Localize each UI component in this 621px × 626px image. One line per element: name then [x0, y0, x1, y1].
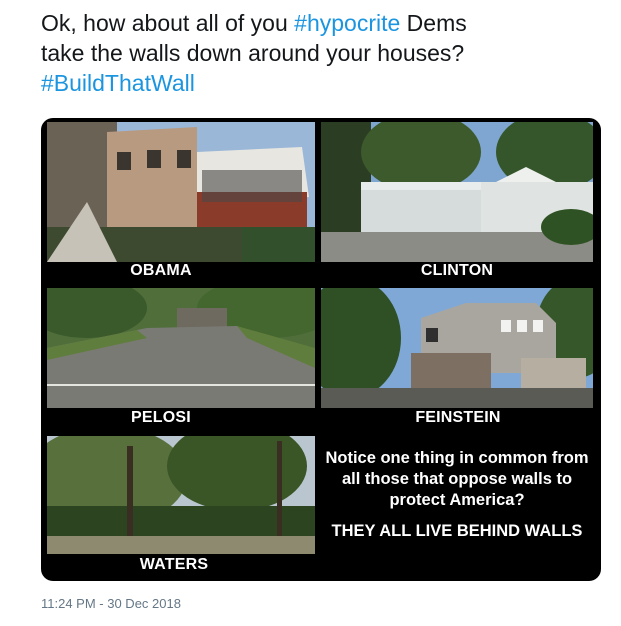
tweet-text-segment: Dems — [400, 10, 467, 36]
notice-question: Notice one thing in common from all thos… — [325, 449, 589, 509]
notice-text-block: Notice one thing in common from all thos… — [321, 448, 593, 542]
caption-obama: OBAMA — [130, 262, 192, 279]
caption-pelosi: PELOSI — [131, 409, 191, 426]
tweet-text-segment: Ok, how about all of you — [41, 10, 295, 36]
pelosi-house-photo — [47, 288, 315, 408]
tweet-timestamp[interactable]: 11:24 PM - 30 Dec 2018 — [41, 596, 181, 611]
tweet-line-3: #BuildThatWall — [41, 68, 601, 98]
notice-conclusion: THEY ALL LIVE BEHIND WALLS — [331, 522, 583, 540]
feinstein-house-photo — [321, 288, 593, 408]
hashtag-hypocrite-link[interactable]: #hypocrite — [294, 10, 400, 36]
tweet-line-2: take the walls down around your houses? — [41, 40, 465, 66]
tweet-text: Ok, how about all of you #hypocrite Dems… — [41, 8, 601, 98]
caption-waters: WATERS — [139, 556, 209, 573]
hashtag-buildthatwall-link[interactable]: #BuildThatWall — [41, 70, 195, 96]
tweet-media-image[interactable]: OBAMA CLINTON PELOSI FEINSTEIN WATERS No… — [41, 118, 601, 581]
tweet-line-1: Ok, how about all of you #hypocrite Dems — [41, 8, 601, 38]
clinton-house-photo — [321, 122, 593, 262]
waters-house-photo — [47, 436, 315, 554]
caption-clinton: CLINTON — [420, 262, 494, 279]
caption-feinstein: FEINSTEIN — [415, 409, 501, 426]
obama-house-photo — [47, 122, 315, 262]
